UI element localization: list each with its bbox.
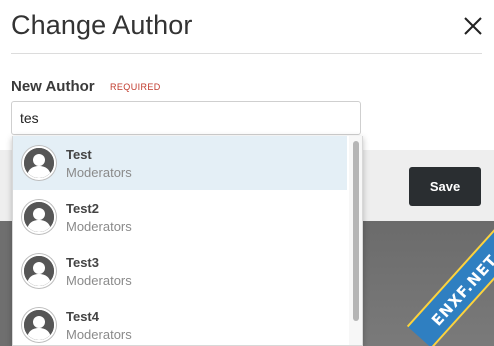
avatar <box>22 308 56 342</box>
suggestion-group: Moderators <box>66 165 132 180</box>
suggestion-name: Test4 <box>66 309 99 324</box>
author-search-input[interactable] <box>11 101 361 135</box>
suggestion-name: Test3 <box>66 255 99 270</box>
suggestion-item[interactable]: Test Moderators <box>13 136 347 190</box>
required-indicator: REQUIRED <box>110 82 161 92</box>
suggestion-item[interactable]: Test3 Moderators <box>13 244 347 298</box>
avatar <box>22 200 56 234</box>
suggestion-group: Moderators <box>66 327 132 342</box>
default-user-icon <box>24 202 54 232</box>
default-user-icon <box>24 256 54 286</box>
author-suggestions-dropdown: Test Moderators Test2 Moderators Test3 M… <box>12 136 363 346</box>
dropdown-scrollbar-thumb[interactable] <box>353 141 359 321</box>
default-user-icon <box>24 310 54 340</box>
save-button[interactable]: Save <box>409 167 481 206</box>
avatar <box>22 146 56 180</box>
suggestion-group: Moderators <box>66 273 132 288</box>
avatar <box>22 254 56 288</box>
close-icon <box>464 17 482 35</box>
suggestion-group: Moderators <box>66 219 132 234</box>
suggestion-item[interactable]: Test2 Moderators <box>13 190 347 244</box>
close-button[interactable] <box>462 15 484 37</box>
dialog-title: Change Author <box>11 10 193 40</box>
default-user-icon <box>24 148 54 178</box>
suggestion-name: Test2 <box>66 201 99 216</box>
suggestion-item[interactable]: Test4 Moderators <box>13 298 347 345</box>
new-author-label: New Author <box>11 78 95 95</box>
suggestion-name: Test <box>66 147 92 162</box>
title-divider <box>11 53 482 54</box>
